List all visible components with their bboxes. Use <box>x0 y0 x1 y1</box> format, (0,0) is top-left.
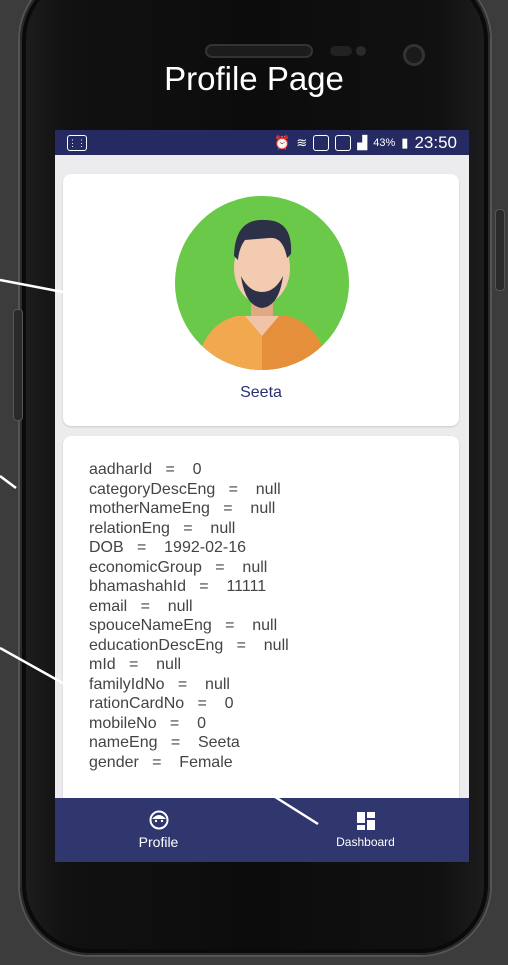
sensor-dot <box>356 46 366 56</box>
details-card: aadharId = 0 categoryDescEng = null moth… <box>63 436 459 816</box>
power-button <box>496 210 504 290</box>
detail-row: gender = Female <box>89 753 233 771</box>
app-screen: ⋮⋮ ⏰ ≋ ▟ 43% ▮ 23:50 Seeta aadharId = 0 … <box>55 130 469 862</box>
page-title: Profile Page <box>164 60 344 97</box>
bottom-navigation: Profile Dashboard <box>55 798 469 862</box>
detail-row: rationCardNo = 0 <box>89 695 234 712</box>
profile-face-icon <box>149 810 168 830</box>
detail-row: relationEng = null <box>89 519 236 537</box>
proximity-sensor <box>330 46 352 56</box>
nav-profile-button[interactable]: Profile <box>55 798 262 862</box>
sim2-icon <box>335 134 352 151</box>
volume-button <box>14 310 22 420</box>
profile-name: Seeta <box>240 384 282 401</box>
avatar[interactable] <box>175 196 349 370</box>
detail-row: DOB = 1992-02-16 <box>89 539 246 556</box>
detail-row: bhamashahId = 11111 <box>89 578 267 595</box>
app-notification-icon: ⋮⋮ <box>67 134 87 151</box>
profile-card: Seeta <box>63 174 459 426</box>
details-list: aadharId = 0 categoryDescEng = null moth… <box>89 460 289 772</box>
clock-time: 23:50 <box>414 132 457 152</box>
alarm-icon: ⏰ <box>274 134 291 150</box>
battery-icon: ▮ <box>401 134 409 150</box>
signal-icon: ▟ <box>357 134 368 150</box>
detail-row: mobileNo = 0 <box>89 714 206 732</box>
detail-row: spouceNameEng = null <box>89 617 278 634</box>
detail-row: categoryDescEng = null <box>89 480 281 498</box>
detail-row: nameEng = Seeta <box>89 734 240 751</box>
nav-dashboard-button[interactable]: Dashboard <box>262 798 469 862</box>
battery-percent: 43% <box>373 136 396 149</box>
sim1-icon <box>313 134 330 151</box>
detail-row: familyIdNo = null <box>89 675 230 693</box>
dashboard-icon <box>356 812 375 830</box>
detail-row: motherNameEng = null <box>89 500 276 517</box>
nav-profile-label: Profile <box>138 834 179 850</box>
status-bar: ⋮⋮ ⏰ ≋ ▟ 43% ▮ 23:50 <box>55 130 469 155</box>
detail-row: aadharId = 0 <box>89 461 202 478</box>
detail-row: educationDescEng = null <box>89 636 289 654</box>
avatar-illustration <box>175 196 349 370</box>
speaker-grille <box>205 44 313 58</box>
detail-row: email = null <box>89 597 193 615</box>
wifi-icon: ≋ <box>296 134 308 150</box>
detail-row: mId = null <box>89 656 182 673</box>
nav-dashboard-label: Dashboard <box>336 835 395 849</box>
detail-row: economicGroup = null <box>89 558 268 576</box>
